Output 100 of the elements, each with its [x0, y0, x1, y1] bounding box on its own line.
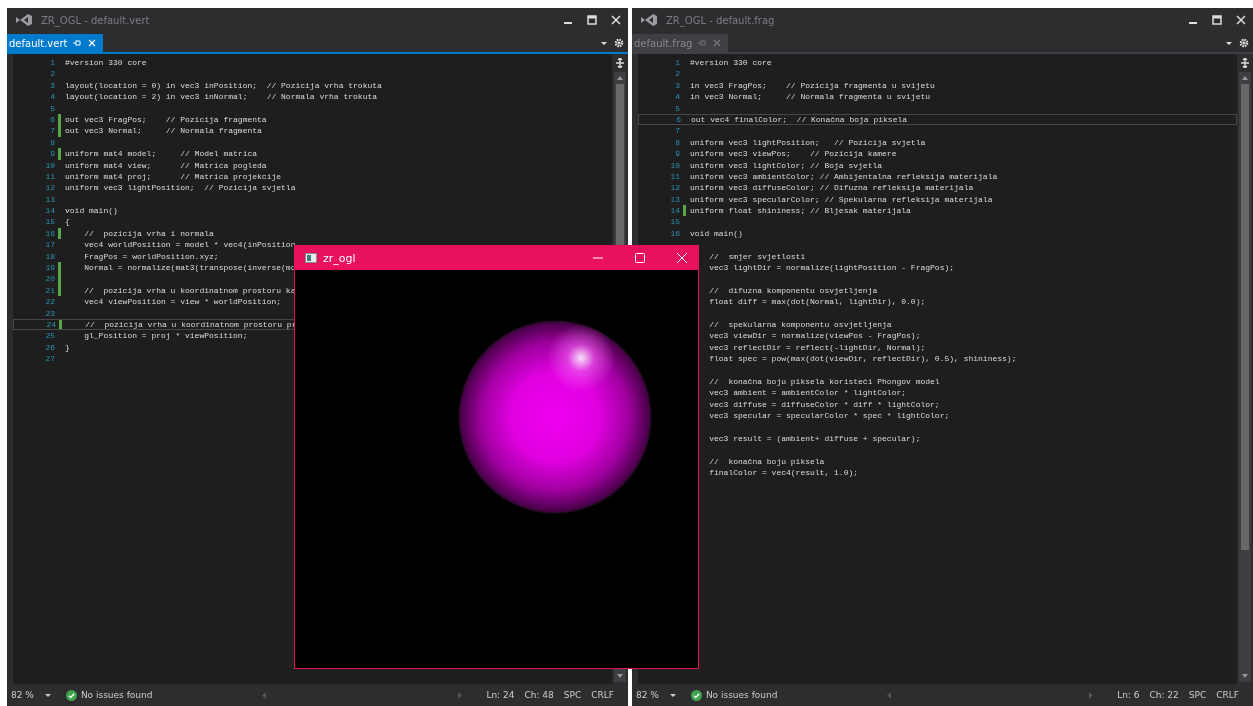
code-line: vec3 result = (ambient+ diffuse + specular); [708, 432, 921, 445]
line-number: 9 [674, 148, 680, 160]
scrollbar[interactable] [1239, 72, 1251, 682]
scroll-left-icon [887, 691, 893, 699]
code-line: uniform vec3 specularColor; // Spekularna refleksija materijala [690, 193, 993, 206]
code-line: uniform mat4 view; // Matrica pogleda [65, 159, 267, 171]
line-number: 23 [44, 307, 55, 319]
code-line: { [65, 216, 70, 228]
scroll-down-icon[interactable] [1241, 673, 1249, 679]
window-title: ZR_OGL - default.vert [41, 14, 150, 26]
line-number: 2 [674, 68, 680, 80]
code-line: // konačna boju piksela koristeći Phongov model [708, 375, 940, 388]
code-line: vec4 viewPosition = view * worldPosition; [83, 296, 282, 308]
logo-icon [15, 13, 33, 27]
dropdown-icon[interactable] [43, 691, 52, 699]
line-number: 27 [44, 353, 55, 365]
code-line: float diff = max(dot(Normal, lightDir), 0.0); [708, 296, 926, 308]
maximize-icon[interactable] [586, 14, 598, 26]
line-number: 16 [669, 227, 680, 240]
pin-icon[interactable] [72, 38, 83, 48]
line-number: 3 [674, 79, 680, 92]
code-line: in vec3 FragPos; // Pozicija fragmenta u svijetu [690, 79, 935, 92]
line-number: 8 [674, 136, 680, 149]
line-number: 5 [674, 102, 680, 114]
code-line: uniform vec3 ambientColor; // Ambijentalna refleksija materijala [690, 170, 998, 183]
code-line: uniform vec3 viewPos; // Pozicija kamere [690, 148, 897, 160]
line-number: 7 [674, 125, 680, 137]
line-number: 17 [44, 239, 55, 251]
code-line: // pozicija vrha i normala [83, 227, 214, 240]
code-line: FragPos = worldPosition.xyz; [83, 250, 219, 263]
scroll-up-icon[interactable] [616, 75, 624, 81]
code-line: // spekularna komponentu osvjetljenja [708, 319, 892, 331]
code-line: uniform mat4 proj; // Matrica projekcije [65, 170, 282, 183]
line-number: 22 [44, 296, 55, 308]
line-ending-indicator[interactable]: CRLF [591, 690, 614, 700]
line-number: 11 [669, 170, 680, 183]
line-number: 4 [49, 91, 55, 103]
maximize-icon[interactable] [1211, 14, 1223, 26]
line-number: 18 [44, 250, 55, 263]
code-line: float spec = pow(max(dot(viewDir, reflectDir), 0.5), shininess); [708, 353, 1017, 365]
line-number: 11 [44, 170, 55, 183]
code-line: in vec3 Normal; // Normala fragmenta u svijetu [690, 91, 931, 103]
code-line: void main() [65, 205, 118, 217]
code-line: gl_Position = proj * viewPosition; [83, 330, 248, 342]
line-number: 24 [45, 320, 56, 330]
spacing-indicator[interactable]: SPC [1188, 690, 1207, 700]
window-title: ZR_OGL - default.frag [666, 14, 775, 26]
line-number: 25 [44, 330, 55, 342]
line-number: 6 [49, 113, 55, 126]
gear-icon[interactable] [614, 38, 624, 48]
scroll-up-icon[interactable] [1241, 75, 1249, 81]
line-number: 26 [44, 341, 55, 354]
scrollbar-thumb[interactable] [1241, 84, 1249, 550]
line-number: 1 [49, 57, 55, 69]
line-indicator[interactable]: Ln: 6 [1117, 690, 1140, 700]
line-number: 14 [44, 205, 55, 217]
horizontal-scrollbar[interactable] [887, 690, 1094, 700]
line-number: 7 [49, 125, 55, 137]
line-number: 1 [674, 57, 680, 69]
code-line: uniform vec3 lightPosition; // Pozicija svjetla [690, 136, 926, 149]
spacing-indicator[interactable]: SPC [563, 690, 582, 700]
code-line: uniform float shininess; // Bljesak materijala [690, 205, 911, 217]
dropdown-icon[interactable] [668, 691, 677, 699]
scroll-right-icon [457, 691, 463, 699]
line-number: 16 [44, 227, 55, 240]
code-line: Normal = normalize(mat3(transpose(inverse(mo [83, 262, 296, 274]
code-line: } [65, 341, 70, 354]
code-line: vec3 diffuse = diffuseColor * diff * lightColor; [708, 398, 940, 411]
code-line: out vec4 finalColor; // Konačna boja piksela [691, 114, 908, 125]
split-icon[interactable] [615, 58, 625, 68]
gear-icon[interactable] [1239, 38, 1249, 48]
column-indicator[interactable]: Ch: 48 [524, 690, 554, 700]
line-number: 3 [49, 79, 55, 92]
line-number: 19 [44, 262, 55, 274]
line-number: 15 [669, 216, 680, 228]
dropdown-icon[interactable] [1225, 39, 1233, 47]
file-tab[interactable]: default.vert [7, 34, 104, 52]
dropdown-icon[interactable] [600, 39, 608, 47]
zoom-level[interactable]: 82 % [11, 690, 34, 700]
line-number: 13 [669, 193, 680, 206]
split-icon[interactable] [1240, 58, 1250, 68]
column-indicator[interactable]: Ch: 22 [1149, 690, 1179, 700]
tab-label[interactable]: default.vert [9, 37, 68, 49]
horizontal-scrollbar[interactable] [262, 690, 463, 700]
line-number: 5 [49, 102, 55, 114]
code-line: vec3 viewDir = normalize(viewPos - FragPos); [708, 330, 921, 342]
line-number: 10 [669, 159, 680, 171]
zoom-level[interactable]: 82 % [636, 690, 659, 700]
line-number: 21 [44, 284, 55, 297]
line-indicator[interactable]: Ln: 24 [486, 690, 515, 700]
code-line: uniform mat4 model; // Model matrica [65, 148, 258, 160]
code-line: void main() [690, 227, 743, 240]
code-line: vec3 lightDir = normalize(lightPosition - FragPos); [708, 262, 955, 274]
issues-status[interactable]: No issues found [80, 690, 153, 700]
code-line: uniform vec3 lightColor; // Boja svjetla [690, 159, 883, 171]
line-number: 2 [49, 68, 55, 80]
line-ending-indicator[interactable]: CRLF [1216, 690, 1239, 700]
code-line: uniform vec3 lightPosition; // Pozicija svjetla [65, 182, 296, 194]
scroll-down-icon[interactable] [616, 673, 624, 679]
issues-status[interactable]: No issues found [705, 690, 778, 700]
